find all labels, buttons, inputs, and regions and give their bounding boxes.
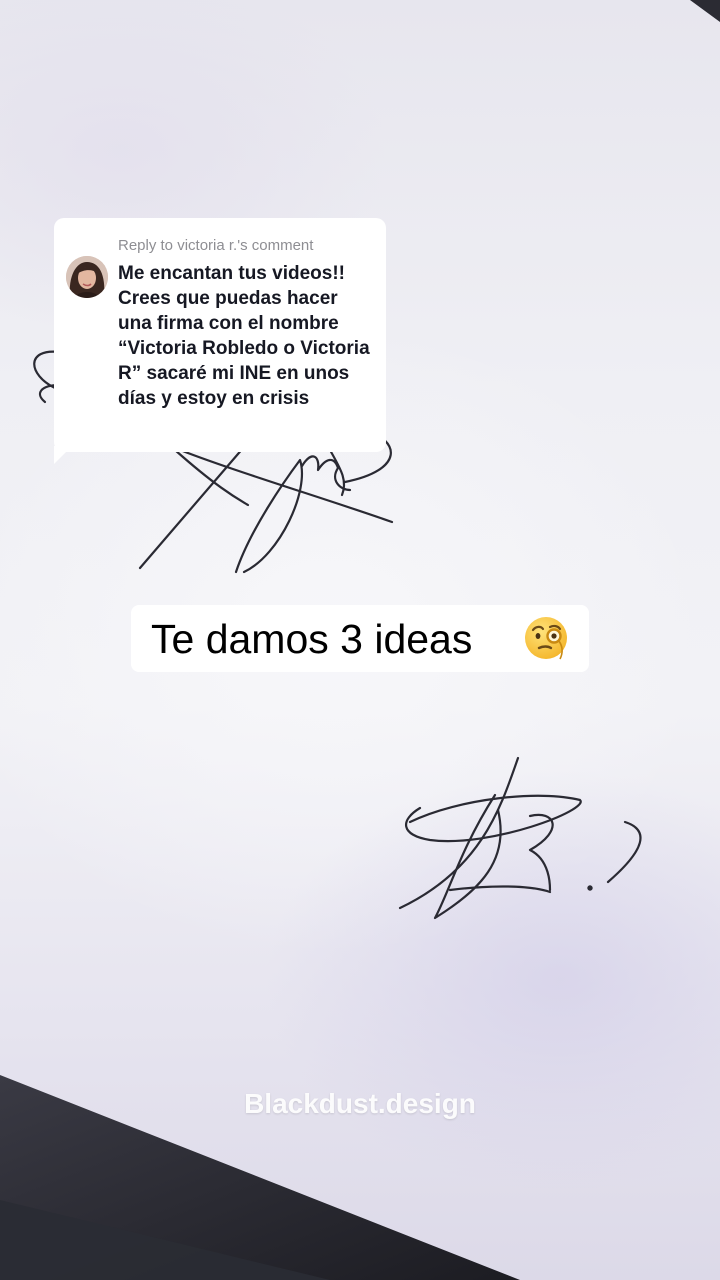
ideas-caption-banner: Te damos 3 ideas: [131, 605, 589, 672]
ideas-caption-text: Te damos 3 ideas: [151, 616, 473, 662]
reply-comment-bubble[interactable]: Reply to victoria r.'s comment Me encant…: [54, 218, 386, 452]
watermark-text: Blackdust.design: [244, 1088, 476, 1119]
reply-header: Reply to victoria r.'s comment: [118, 237, 314, 254]
signature-sketch-bottom: [398, 756, 642, 920]
video-frame: Reply to victoria r.'s comment Me encant…: [0, 0, 720, 1280]
avatar-portrait-icon: [66, 256, 108, 298]
comment-text: Me encantan tus videos!! Crees que pueda…: [118, 263, 370, 409]
avatar[interactable]: [66, 256, 108, 298]
face-with-monocle-icon: [525, 617, 567, 660]
